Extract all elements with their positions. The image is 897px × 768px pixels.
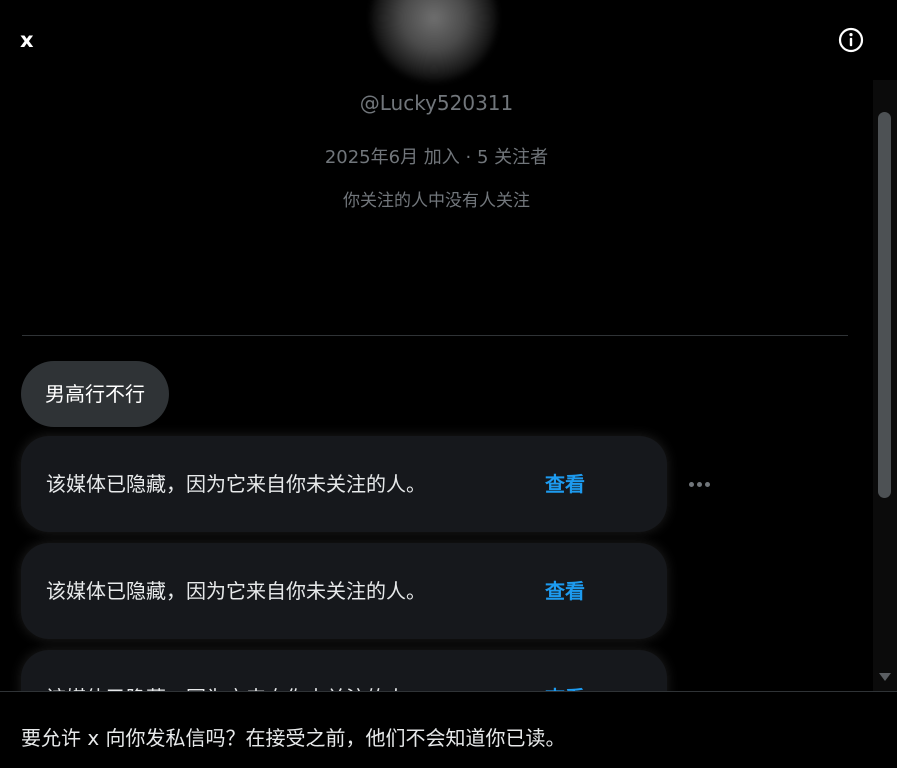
conversation-header: x (0, 0, 897, 80)
divider (22, 335, 848, 336)
mutual-followers-note: 你关注的人中没有人关注 (343, 191, 530, 211)
profile-handle[interactable]: @Lucky520311 (0, 90, 873, 116)
view-media-button[interactable]: 查看 (545, 436, 585, 532)
scrollbar-thumb[interactable] (878, 112, 891, 498)
hidden-media-notice: 该媒体已隐藏，因为它来自你未关注的人。 (46, 472, 426, 496)
message-bubble[interactable]: 男高行不行 (21, 361, 169, 427)
view-media-button[interactable]: 查看 (545, 543, 585, 639)
info-icon[interactable] (838, 27, 864, 53)
hidden-media-card[interactable]: 该媒体已隐藏，因为它来自你未关注的人。 查看 (21, 650, 667, 691)
hidden-media-card[interactable]: 该媒体已隐藏，因为它来自你未关注的人。 查看 (21, 543, 667, 639)
view-media-button[interactable]: 查看 (545, 650, 585, 691)
message-scroll-area[interactable]: @Lucky520311 2025年6月 加入 · 5 关注者 你关注的人中没有… (0, 80, 873, 691)
profile-join-followers: 2025年6月 加入 · 5 关注者 (324, 147, 549, 168)
scrollbar[interactable] (873, 80, 897, 691)
message-request-prompt: 要允许 x 向你发私信吗？在接受之前，他们不会知道你已读。 (21, 726, 566, 750)
hidden-media-notice: 该媒体已隐藏，因为它来自你未关注的人。 (46, 650, 426, 691)
dm-conversation-window: x @Lucky520311 2025年6月 加入 · 5 关注者 你关注的人中… (0, 0, 897, 768)
message-request-footer: 要允许 x 向你发私信吗？在接受之前，他们不会知道你已读。 (0, 691, 897, 768)
more-horizontal-icon[interactable] (686, 477, 714, 493)
conversation-title: x (20, 28, 34, 52)
hidden-media-notice: 该媒体已隐藏，因为它来自你未关注的人。 (46, 579, 426, 603)
scroll-down-arrow-icon[interactable] (879, 673, 891, 681)
hidden-media-card[interactable]: 该媒体已隐藏，因为它来自你未关注的人。 查看 (21, 436, 667, 532)
